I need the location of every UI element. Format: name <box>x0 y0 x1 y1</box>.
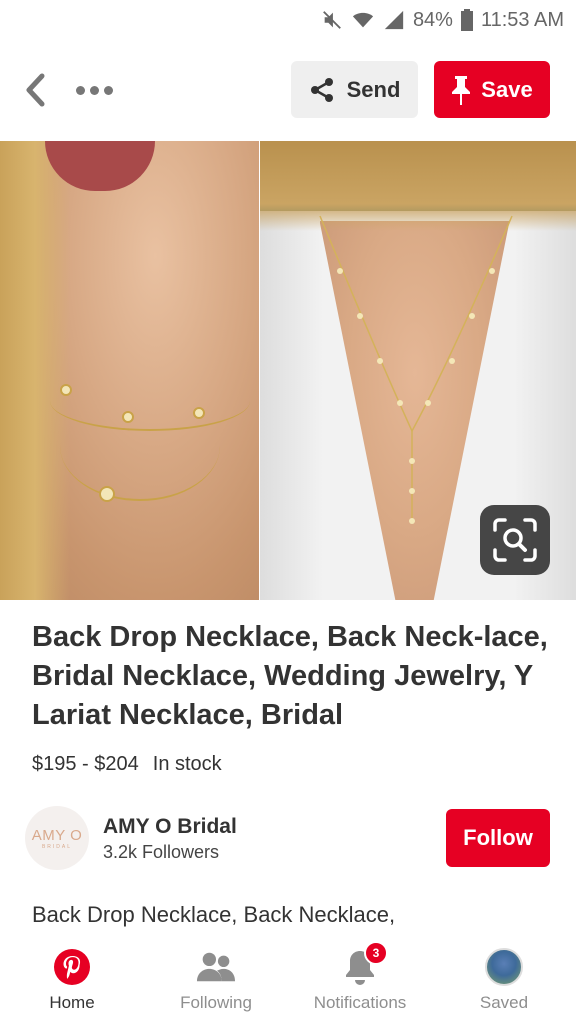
wifi-icon <box>352 12 374 28</box>
creator-avatar[interactable]: AMY O BRIDAL <box>25 806 89 870</box>
bottom-nav: Home Following 3 Notifications Saved <box>0 935 576 1024</box>
price-range: $195 - $204 <box>32 753 139 775</box>
creator-logo-text: AMY O <box>31 826 83 844</box>
creator-followers: 3.2k Followers <box>103 842 220 862</box>
chevron-left-icon <box>26 73 45 107</box>
price-row: $195 - $204 In stock <box>32 753 222 776</box>
send-label: Send <box>346 76 401 102</box>
battery-icon <box>460 9 473 31</box>
save-button[interactable]: Save <box>434 61 550 118</box>
profile-avatar <box>485 948 523 986</box>
status-time: 11:53 AM <box>480 8 564 31</box>
signal-icon <box>384 10 404 30</box>
pin-image-back-necklace <box>259 141 576 600</box>
pin-image-collage[interactable] <box>0 141 576 600</box>
status-bar: 84% 11:53 AM <box>0 0 576 40</box>
pin-description: Back Drop Necklace, Back Necklace, <box>32 902 396 927</box>
nav-following[interactable]: Following <box>144 935 288 1024</box>
pin-title: Back Drop Necklace, Back Neck-lace, Brid… <box>32 621 548 731</box>
stock-status: In stock <box>152 753 222 775</box>
pin-toolbar: Send Save <box>0 40 576 140</box>
battery-percent: 84% <box>412 8 453 31</box>
creator-row: AMY O BRIDAL AMY O Bridal 3.2k Followers… <box>25 806 551 870</box>
people-icon <box>196 952 236 982</box>
nav-saved[interactable]: Saved <box>432 935 576 1024</box>
more-dots-icon <box>75 85 85 95</box>
back-button[interactable] <box>20 72 50 108</box>
nav-saved-label: Saved <box>479 993 529 1012</box>
pin-icon <box>452 75 471 105</box>
nav-following-label: Following <box>180 993 252 1012</box>
save-label: Save <box>481 76 533 102</box>
pin-image-front-necklace <box>0 141 259 600</box>
nav-home[interactable]: Home <box>0 935 144 1024</box>
nav-notifications-label: Notifications <box>313 993 407 1012</box>
more-options-button[interactable] <box>70 76 118 104</box>
mute-icon <box>323 11 341 29</box>
nav-notifications[interactable]: 3 Notifications <box>288 935 432 1024</box>
send-button[interactable]: Send <box>291 61 418 118</box>
lens-search-icon <box>493 518 537 562</box>
notification-badge: 3 <box>364 941 388 965</box>
share-icon <box>310 77 333 102</box>
creator-logo-sub: BRIDAL <box>41 843 73 850</box>
pinterest-logo-icon <box>54 949 90 985</box>
creator-name[interactable]: AMY O Bridal <box>103 815 237 839</box>
follow-button[interactable]: Follow <box>446 809 550 867</box>
visual-search-button[interactable] <box>480 505 550 575</box>
nav-home-label: Home <box>49 993 95 1012</box>
